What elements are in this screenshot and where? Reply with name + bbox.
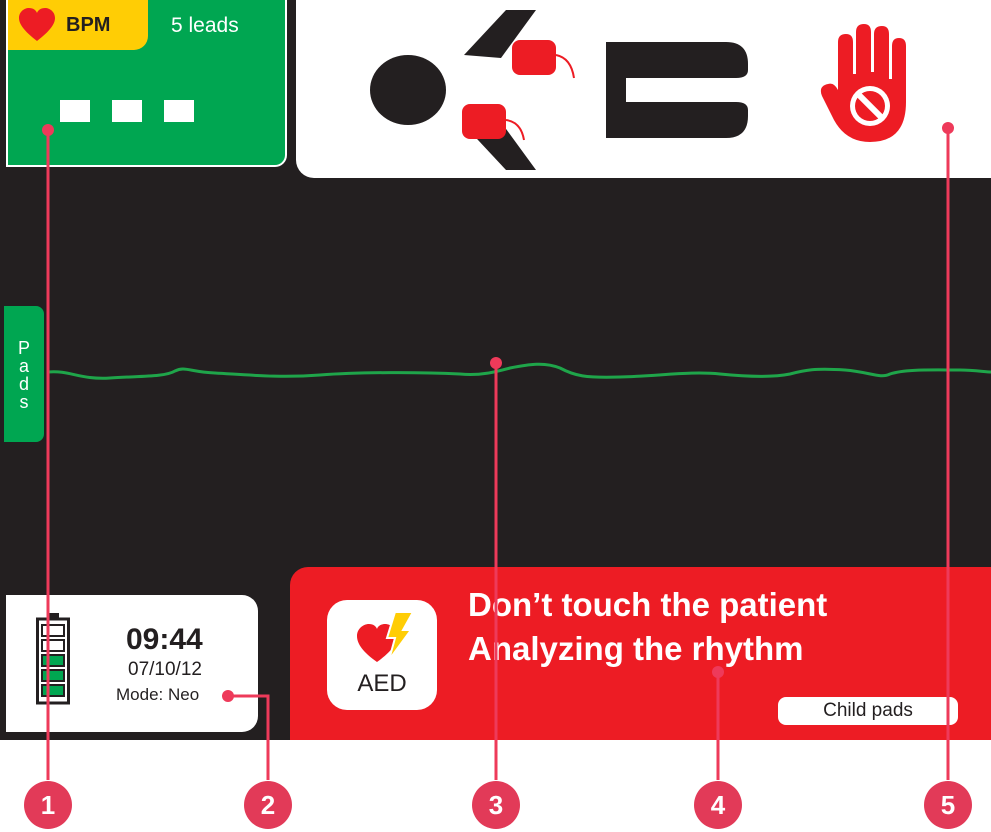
callout-badge-3: 3 (472, 781, 520, 829)
callout-badge-2: 2 (244, 781, 292, 829)
callout-badge-5: 5 (924, 781, 972, 829)
callout-badge-1: 1 (24, 781, 72, 829)
callout-badge-4: 4 (694, 781, 742, 829)
callout-lines (42, 122, 954, 780)
